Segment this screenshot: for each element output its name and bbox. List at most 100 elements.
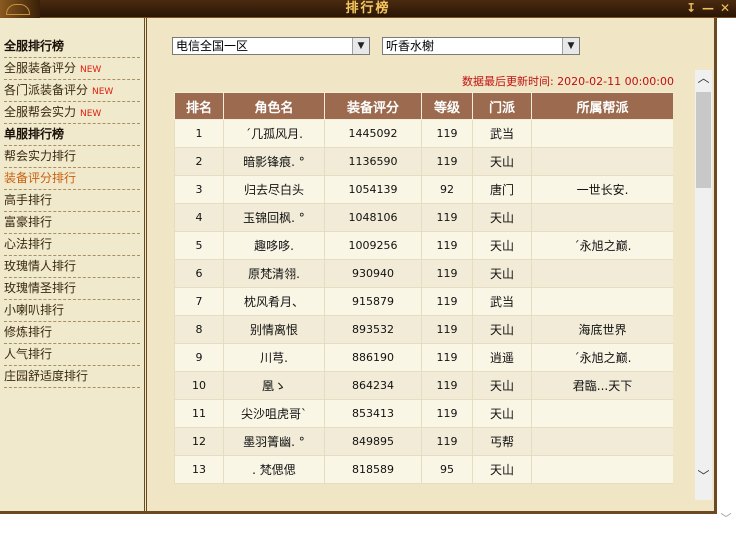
name-cell: 墨羽箐幽. ° xyxy=(223,427,325,456)
level-cell: 119 xyxy=(421,259,473,288)
server-select[interactable]: 听香水榭 ▼ xyxy=(382,37,580,55)
sidebar-item-label: 全服排行榜 xyxy=(4,39,65,53)
table-row[interactable]: 4 玉锦回枫. ° 1048106 119 天山 xyxy=(174,203,673,232)
new-badge: NEW xyxy=(80,109,102,119)
level-cell: 119 xyxy=(421,231,473,260)
sect-cell: 天山 xyxy=(472,231,532,260)
close-button[interactable]: ✕ xyxy=(718,1,732,16)
sect-cell: 天山 xyxy=(472,259,532,288)
name-cell: 别情离恨 xyxy=(223,315,325,344)
sidebar-item[interactable]: 全服装备评分 NEW xyxy=(4,58,140,80)
sidebar-item[interactable]: 庄园舒适度排行 xyxy=(4,366,140,388)
table-row[interactable]: 3 归去尽白头 1054139 92 唐门 一世长安. xyxy=(174,175,673,204)
rank-cell: 13 xyxy=(174,455,224,484)
sidebar-item-label: 小喇叭排行 xyxy=(4,303,65,317)
score-cell: 1054139 xyxy=(324,175,422,204)
sidebar-item-label: 玫瑰情人排行 xyxy=(4,259,77,273)
sidebar-item[interactable]: 小喇叭排行 xyxy=(4,300,140,322)
sect-cell: 天山 xyxy=(472,147,532,176)
sidebar-section-header: 全服排行榜 xyxy=(4,36,140,58)
ranking-table-wrap: 排名 角色名 装备评分 等级 门派 所属帮派 1 ˊ几孤风月. 1445092 119… xyxy=(174,92,673,501)
score-cell: 853413 xyxy=(324,399,422,428)
table-row[interactable]: 12 墨羽箐幽. ° 849895 119 丐帮 xyxy=(174,427,673,456)
sidebar-item[interactable]: 玫瑰情圣排行 xyxy=(4,278,140,300)
dropdown-arrow-icon[interactable]: ▼ xyxy=(352,38,369,54)
col-header-name[interactable]: 角色名 xyxy=(223,92,325,120)
sidebar-item[interactable]: 装备评分排行 xyxy=(4,168,140,190)
sidebar-item-label: 庄园舒适度排行 xyxy=(4,369,89,383)
ranking-window: 排行榜 ↧ — ✕ 全服排行榜全服装备评分 NEW 各门派装备评分 NEW 全服帮会实力… xyxy=(0,0,736,535)
sidebar-item[interactable]: 玫瑰情人排行 xyxy=(4,256,140,278)
sidebar-section-header: 单服排行榜 xyxy=(4,124,140,146)
guild-cell xyxy=(531,147,673,176)
name-cell: 归去尽白头 xyxy=(223,175,325,204)
sidebar-item[interactable]: 各门派装备评分 NEW xyxy=(4,80,140,102)
table-row[interactable]: 2 暗影锋痕. ° 1136590 119 天山 xyxy=(174,147,673,176)
name-cell: 川芎. xyxy=(223,343,325,372)
col-header-rank[interactable]: 排名 xyxy=(174,92,224,120)
level-cell: 119 xyxy=(421,203,473,232)
sect-cell: 唐门 xyxy=(472,175,532,204)
sidebar-item-label: 单服排行榜 xyxy=(4,127,65,141)
guild-cell: 君臨...天下 xyxy=(531,371,673,400)
chevron-down-icon[interactable]: ﹀ xyxy=(695,468,712,485)
col-header-guild[interactable]: 所属帮派 xyxy=(531,92,673,120)
col-header-sect[interactable]: 门派 xyxy=(472,92,532,120)
rank-cell: 5 xyxy=(174,231,224,260)
name-cell: 暗影锋痕. ° xyxy=(223,147,325,176)
col-header-score[interactable]: 装备评分 xyxy=(324,92,422,120)
level-cell: 119 xyxy=(421,119,473,148)
col-header-level[interactable]: 等级 xyxy=(421,92,473,120)
rank-cell: 2 xyxy=(174,147,224,176)
guild-cell xyxy=(531,399,673,428)
chevron-up-icon[interactable]: ︿ xyxy=(695,70,712,87)
name-cell: . 梵偲偲 xyxy=(223,455,325,484)
level-cell: 119 xyxy=(421,147,473,176)
sidebar-item-label: 装备评分排行 xyxy=(4,171,77,185)
sidebar-item[interactable]: 全服帮会实力 NEW xyxy=(4,102,140,124)
sidebar-item[interactable]: 心法排行 xyxy=(4,234,140,256)
guild-cell xyxy=(531,259,673,288)
score-cell: 1445092 xyxy=(324,119,422,148)
table-scrollbar[interactable]: ︿ ﹀ xyxy=(695,70,712,500)
rank-cell: 7 xyxy=(174,287,224,316)
region-select[interactable]: 电信全国一区 ▼ xyxy=(172,37,370,55)
name-cell: 趣哆哆. xyxy=(223,231,325,260)
level-cell: 119 xyxy=(421,315,473,344)
window-controls: ↧ — ✕ xyxy=(684,1,732,17)
title-bar[interactable]: 排行榜 ↧ — ✕ xyxy=(0,0,736,18)
score-cell: 818589 xyxy=(324,455,422,484)
sidebar-item-label: 高手排行 xyxy=(4,193,53,207)
table-row[interactable]: 13. 梵偲偲 818589 95 天山 xyxy=(174,455,673,484)
pin-button[interactable]: ↧ xyxy=(684,1,698,16)
level-cell: 95 xyxy=(421,455,473,484)
minimize-button[interactable]: — xyxy=(701,1,715,16)
table-row[interactable]: 1 ˊ几孤风月. 1445092 119 武当 xyxy=(174,119,673,148)
sidebar-item[interactable]: 帮会实力排行 xyxy=(4,146,140,168)
sidebar-item[interactable]: 人气排行 xyxy=(4,344,140,366)
new-badge: NEW xyxy=(80,65,102,75)
sidebar-item[interactable]: 修炼排行 xyxy=(4,322,140,344)
table-row[interactable]: 6 原梵清翎. 930940 119 天山 xyxy=(174,259,673,288)
rank-cell: 3 xyxy=(174,175,224,204)
score-cell: 1136590 xyxy=(324,147,422,176)
rank-cell: 8 xyxy=(174,315,224,344)
table-row[interactable]: 10 凰ゝ 864234 119 天山 君臨...天下 xyxy=(174,371,673,400)
sidebar-item[interactable]: 富豪排行 xyxy=(4,212,140,234)
page-scroll-down-icon[interactable]: ﹀ xyxy=(719,510,733,525)
rank-cell: 10 xyxy=(174,371,224,400)
table-row[interactable]: 9 川芎. 886190 119 逍遥 ˊ永旭之巅. xyxy=(174,343,673,372)
table-body: 1 ˊ几孤风月. 1445092 119 武当 2 暗影锋痕. ° 1136590 119 天山 3… xyxy=(174,119,673,484)
guild-cell xyxy=(531,427,673,456)
name-cell: ˊ几孤风月. xyxy=(223,119,325,148)
table-row[interactable]: 11 尖沙咀虎哥ˋ 853413 119 天山 xyxy=(174,399,673,428)
dropdown-arrow-icon[interactable]: ▼ xyxy=(562,38,579,54)
table-row[interactable]: 8 别情离恨 893532 119 天山 海底世界 xyxy=(174,315,673,344)
table-row[interactable]: 7 枕风肴月、 915879 119 武当 xyxy=(174,287,673,316)
table-row[interactable]: 5 趣哆哆. 1009256 119 天山 ˊ永旭之巅. xyxy=(174,231,673,260)
level-cell: 119 xyxy=(421,287,473,316)
region-select-value: 电信全国一区 xyxy=(176,39,249,53)
sidebar-item[interactable]: 高手排行 xyxy=(4,190,140,212)
name-cell: 凰ゝ xyxy=(223,371,325,400)
scrollbar-thumb[interactable] xyxy=(696,92,711,188)
